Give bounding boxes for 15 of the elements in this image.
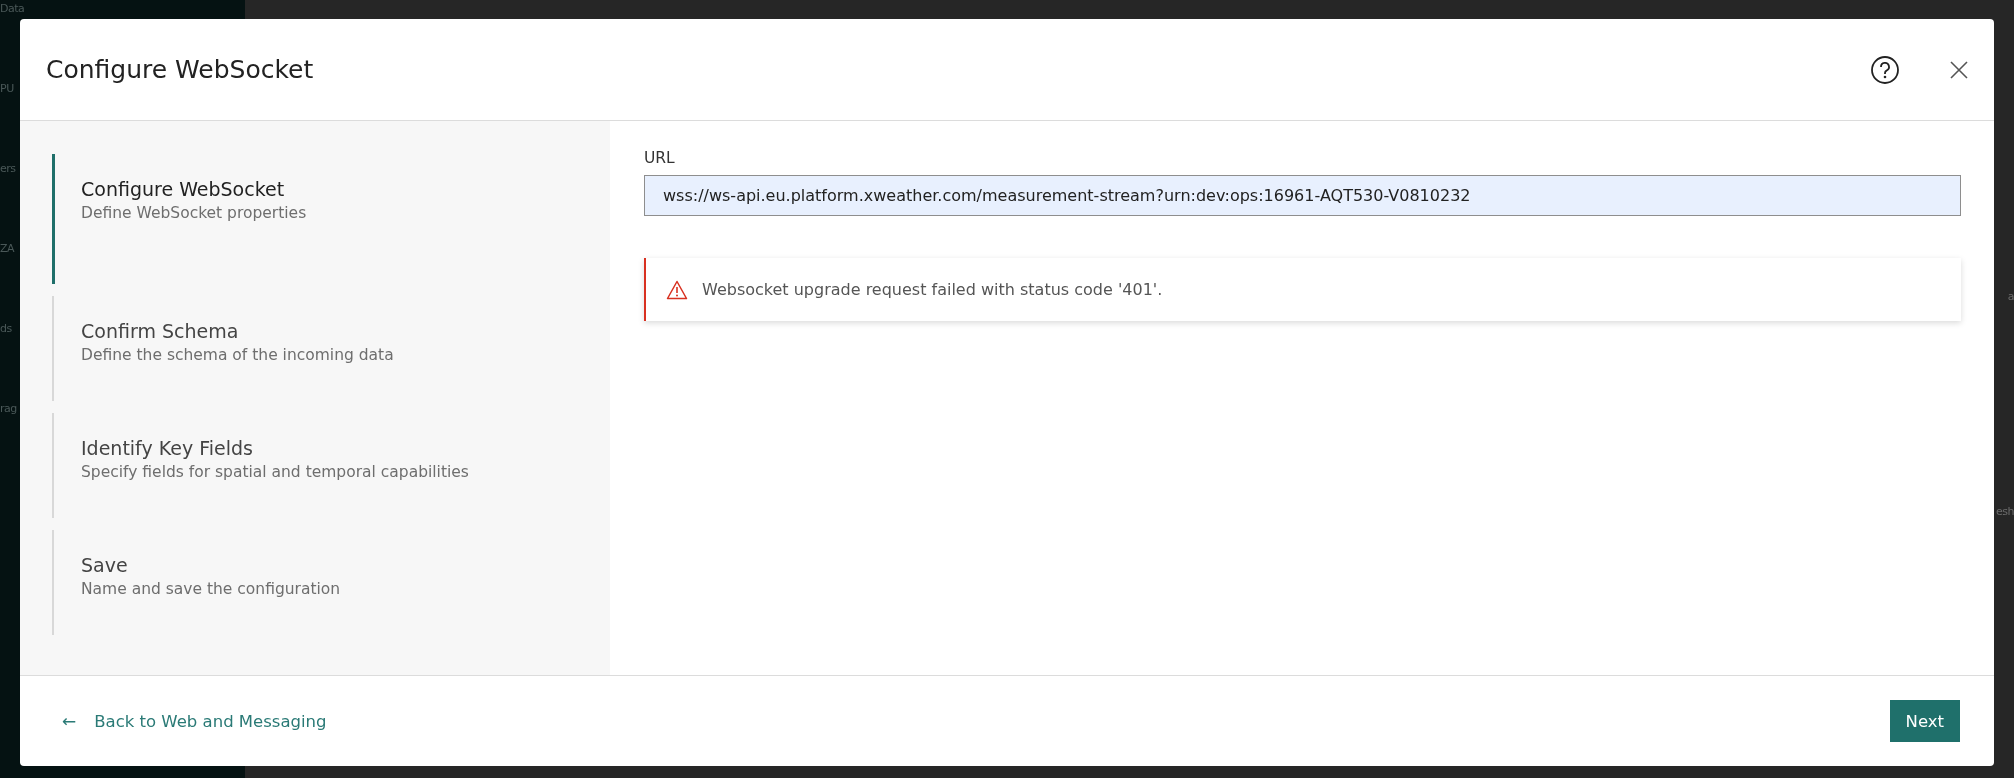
background-text: a — [2007, 290, 2014, 303]
step-item[interactable]: Identify Key Fields Specify fields for spatial and temporal capabilities — [52, 413, 610, 518]
step-item[interactable]: Configure WebSocket Define WebSocket properties — [52, 154, 610, 284]
back-link[interactable]: ← Back to Web and Messaging — [62, 711, 1890, 731]
url-field[interactable]: wss://ws-api.eu.platform.xweather.com/measurement-stream?urn:dev:ops:16961-AQT530-V0810232 — [644, 175, 1961, 216]
url-label: URL — [644, 149, 676, 167]
step-item[interactable]: Save Name and save the configuration — [52, 530, 610, 635]
next-button[interactable]: Next — [1889, 700, 1960, 742]
close-icon[interactable] — [1950, 60, 1968, 79]
background-text: esh — [1996, 505, 2014, 518]
warning-icon — [666, 279, 688, 300]
help-icon[interactable] — [1870, 54, 1900, 85]
alert-message: Websocket upgrade request failed with status code '401'. — [702, 280, 1163, 299]
dialog-title: Configure WebSocket — [46, 55, 315, 84]
step-item[interactable]: Confirm Schema Define the schema of the incoming data — [52, 296, 610, 401]
